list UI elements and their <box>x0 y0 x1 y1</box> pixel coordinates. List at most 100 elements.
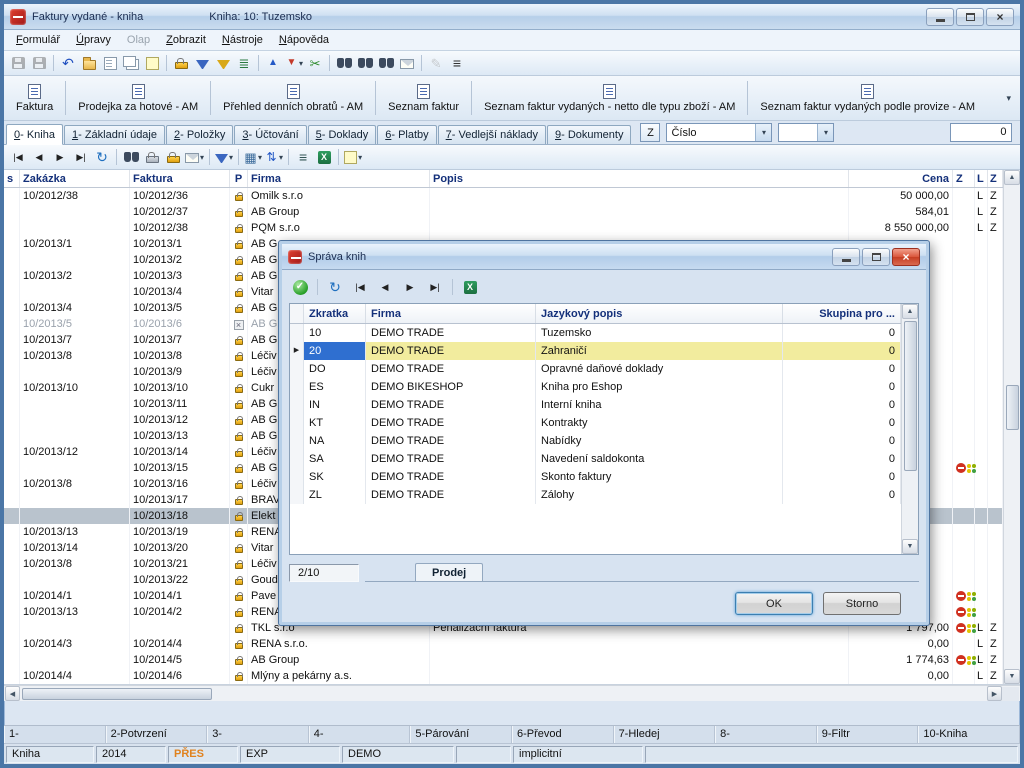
tab-prodej[interactable]: Prodej <box>415 563 483 581</box>
report-button-prodejka[interactable]: Prodejka za hotové - AM <box>70 77 206 119</box>
app-icon[interactable] <box>10 9 26 25</box>
book-row[interactable]: 20DEMO TRADEZahraničí0 <box>290 342 901 360</box>
find-icon[interactable] <box>334 53 354 73</box>
refresh-icon[interactable]: ↻ <box>324 276 346 298</box>
search-value-combo[interactable] <box>778 123 834 142</box>
scroll-up-icon[interactable] <box>1004 170 1020 185</box>
book-row[interactable]: SADEMO TRADENavedení saldokonta0 <box>290 450 901 468</box>
column-header-l[interactable]: L <box>975 170 988 187</box>
tab-vedlejsi-naklady[interactable]: 7 - Vedlejší náklady <box>438 125 546 144</box>
notes-icon[interactable]: ▾ <box>343 147 363 167</box>
last-record-icon[interactable]: ▶| <box>71 147 91 167</box>
report-button-seznam-netto[interactable]: Seznam faktur vydaných - netto dle typu … <box>476 77 743 119</box>
horizontal-scrollbar[interactable] <box>4 685 1020 701</box>
column-header-cena[interactable]: Cena <box>849 170 953 187</box>
menu-item-formular[interactable]: Formulář <box>8 31 68 49</box>
filter-icon[interactable]: ▾ <box>214 147 234 167</box>
fkey-f2[interactable]: 2-Potvrzení <box>106 726 208 743</box>
close-button[interactable] <box>986 8 1014 26</box>
search-field-combo[interactable]: Číslo <box>666 123 772 142</box>
fkey-f3[interactable]: 3- <box>207 726 309 743</box>
z-button[interactable]: Z <box>640 123 660 142</box>
chevron-down-icon[interactable] <box>755 124 771 141</box>
previous-record-icon[interactable]: ◀ <box>374 276 396 298</box>
minimize-button[interactable] <box>926 8 954 26</box>
dialog-vertical-scrollbar[interactable] <box>901 304 918 554</box>
book-row[interactable]: INDEMO TRADEInterní kniha0 <box>290 396 901 414</box>
column-header-popis[interactable]: Popis <box>430 170 849 187</box>
fkey-f8[interactable]: 8- <box>715 726 817 743</box>
mail-icon[interactable] <box>397 53 417 73</box>
invoice-row[interactable]: 10/2012/38PQM s.r.o8 550 000,00LZ <box>4 220 1003 236</box>
dialog-maximize-button[interactable] <box>862 248 890 266</box>
toolbar-overflow-icon[interactable]: ▾ <box>1001 93 1016 104</box>
excel-icon[interactable]: X <box>459 276 481 298</box>
cancel-button[interactable]: Storno <box>823 592 901 615</box>
book-row[interactable]: 10DEMO TRADETuzemsko0 <box>290 324 901 342</box>
book-row[interactable]: ESDEMO BIKESHOPKniha pro Eshop0 <box>290 378 901 396</box>
fkey-f10[interactable]: 10-Kniha <box>918 726 1020 743</box>
column-header-s[interactable]: s <box>4 170 20 187</box>
first-record-icon[interactable]: |◀ <box>349 276 371 298</box>
count-box[interactable]: 0 <box>950 123 1012 142</box>
column-header-faktura[interactable]: Faktura <box>130 170 230 187</box>
new-record-icon[interactable] <box>100 53 120 73</box>
column-header-zakazka[interactable]: Zakázka <box>20 170 130 187</box>
maximize-button[interactable] <box>956 8 984 26</box>
columns-icon[interactable]: ▦▾ <box>243 147 263 167</box>
dialog-column-header-zkratka[interactable]: Zkratka <box>304 304 366 323</box>
clear-filter-icon[interactable] <box>213 53 233 73</box>
tab-polozky[interactable]: 2 - Položky <box>166 125 233 144</box>
tab-dokumenty[interactable]: 9 - Dokumenty <box>547 125 631 144</box>
invoice-row[interactable]: 10/2014/410/2014/6Mlýny a pekárny a.s.0,… <box>4 668 1003 684</box>
menu-item-nastroje[interactable]: Nástroje <box>214 31 271 49</box>
book-row[interactable]: SKDEMO TRADESkonto faktury0 <box>290 468 901 486</box>
excel-icon[interactable]: X <box>314 147 334 167</box>
unlock-icon[interactable] <box>163 147 183 167</box>
scroll-down-icon[interactable] <box>1004 669 1020 684</box>
menu-item-napoveda[interactable]: Nápověda <box>271 31 337 49</box>
ok-button[interactable]: OK <box>735 592 813 615</box>
first-record-icon[interactable]: |◀ <box>8 147 28 167</box>
find-icon[interactable] <box>121 147 141 167</box>
refresh-icon[interactable]: ↻ <box>92 147 112 167</box>
report-button-seznam-faktur[interactable]: Seznam faktur <box>380 77 467 119</box>
copy-icon[interactable] <box>121 53 141 73</box>
tab-uctovani[interactable]: 3 - Účtování <box>234 125 306 144</box>
fkey-f1[interactable]: 1- <box>4 726 106 743</box>
menu-item-olap[interactable]: Olap <box>119 31 158 49</box>
report-button-faktura[interactable]: Faktura <box>8 77 61 119</box>
sort-icon[interactable]: ⇅▾ <box>264 147 284 167</box>
scrollbar-thumb[interactable] <box>22 688 212 700</box>
fkey-f6[interactable]: 6-Převod <box>512 726 614 743</box>
fkey-f5[interactable]: 5-Párování <box>410 726 512 743</box>
scroll-up-icon[interactable] <box>902 304 918 319</box>
scrollbar-thumb[interactable] <box>904 321 917 471</box>
column-header-z2[interactable]: Z <box>988 170 1003 187</box>
report-button-prehled-obratu[interactable]: Přehled denních obratů - AM <box>215 77 371 119</box>
dialog-close-button[interactable] <box>892 248 920 266</box>
vertical-scrollbar[interactable] <box>1003 170 1020 684</box>
dialog-column-header-skupina[interactable]: Skupina pro ... <box>783 304 901 323</box>
book-row[interactable]: NADEMO TRADENabídky0 <box>290 432 901 450</box>
list-icon[interactable]: ≡ <box>293 147 313 167</box>
scroll-right-icon[interactable] <box>987 686 1002 701</box>
invoice-row[interactable]: 10/2012/3810/2012/36Omilk s.r.o50 000,00… <box>4 188 1003 204</box>
column-header-z[interactable]: Z <box>953 170 975 187</box>
book-row[interactable]: KTDEMO TRADEKontrakty0 <box>290 414 901 432</box>
sort-asc-icon[interactable]: ▲ <box>263 53 283 73</box>
lock-icon[interactable] <box>142 147 162 167</box>
tab-doklady[interactable]: 5 - Doklady <box>308 125 377 144</box>
tab-platby[interactable]: 6 - Platby <box>377 125 436 144</box>
tab-kniha[interactable]: 0 - Kniha <box>6 124 63 145</box>
confirm-icon[interactable]: ✓ <box>289 276 311 298</box>
lock-icon[interactable] <box>171 53 191 73</box>
column-header-p[interactable]: P <box>230 170 248 187</box>
paste-icon[interactable] <box>142 53 162 73</box>
fkey-f7[interactable]: 7-Hledej <box>614 726 716 743</box>
invoice-row[interactable]: 10/2014/5AB Group1 774,63LZ <box>4 652 1003 668</box>
scroll-down-icon[interactable] <box>902 539 918 554</box>
report-button-seznam-provize[interactable]: Seznam faktur vydaných podle provize - A… <box>752 77 983 119</box>
menu-item-zobrazit[interactable]: Zobrazit <box>158 31 214 49</box>
next-record-icon[interactable]: ▶ <box>399 276 421 298</box>
